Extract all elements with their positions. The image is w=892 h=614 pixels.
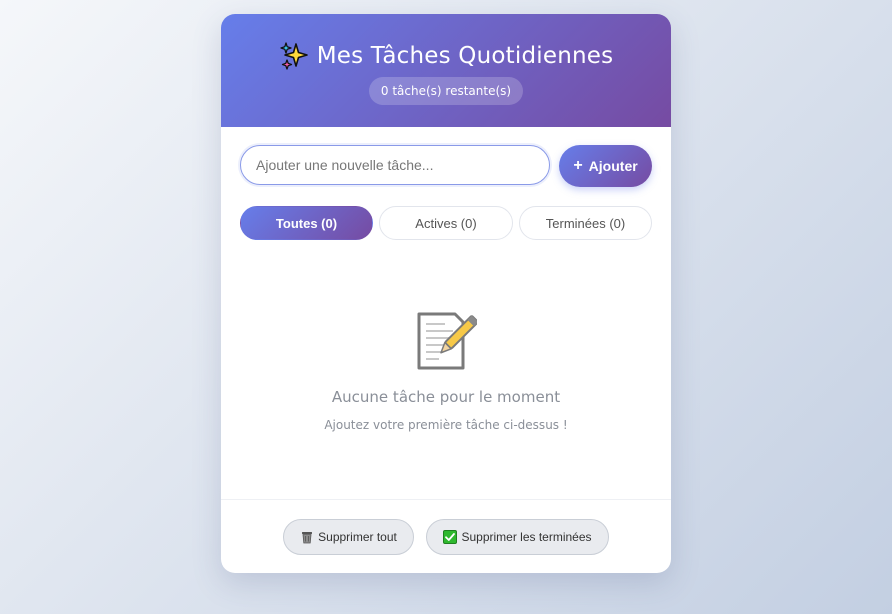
new-task-input[interactable] [240,145,550,185]
tab-all[interactable]: Toutes (0) [240,206,373,240]
memo-icon [417,312,477,370]
delete-all-label: Supprimer tout [318,530,397,544]
tab-completed[interactable]: Terminées (0) [519,206,652,240]
empty-state: Aucune tâche pour le moment Ajoutez votr… [221,310,671,432]
delete-completed-label: Supprimer les terminées [461,530,592,544]
delete-all-button[interactable]: Supprimer tout [283,519,414,555]
footer-actions: Supprimer tout Supprimer les terminées [221,499,671,573]
add-task-label: Ajouter [588,158,638,174]
sparkles-icon [280,42,308,70]
empty-state-subtitle: Ajoutez votre première tâche ci-dessus ! [324,418,568,432]
page-title: Mes Tâches Quotidiennes [316,43,614,69]
add-task-row: + Ajouter [240,145,652,187]
tab-active[interactable]: Actives (0) [379,206,513,240]
add-task-button[interactable]: + Ajouter [559,145,652,187]
empty-state-title: Aucune tâche pour le moment [331,388,561,406]
remaining-count-badge: 0 tâche(s) restante(s) [368,77,524,105]
trash-icon [302,532,313,544]
delete-completed-button[interactable]: Supprimer les terminées [426,519,609,555]
check-box-icon [443,530,458,544]
plus-icon: + [573,157,583,174]
header: Mes Tâches Quotidiennes 0 tâche(s) resta… [221,14,671,127]
filter-tabs: Toutes (0) Actives (0) Terminées (0) [240,206,652,240]
title-row: Mes Tâches Quotidiennes [221,14,671,72]
todo-card: Mes Tâches Quotidiennes 0 tâche(s) resta… [221,14,671,573]
